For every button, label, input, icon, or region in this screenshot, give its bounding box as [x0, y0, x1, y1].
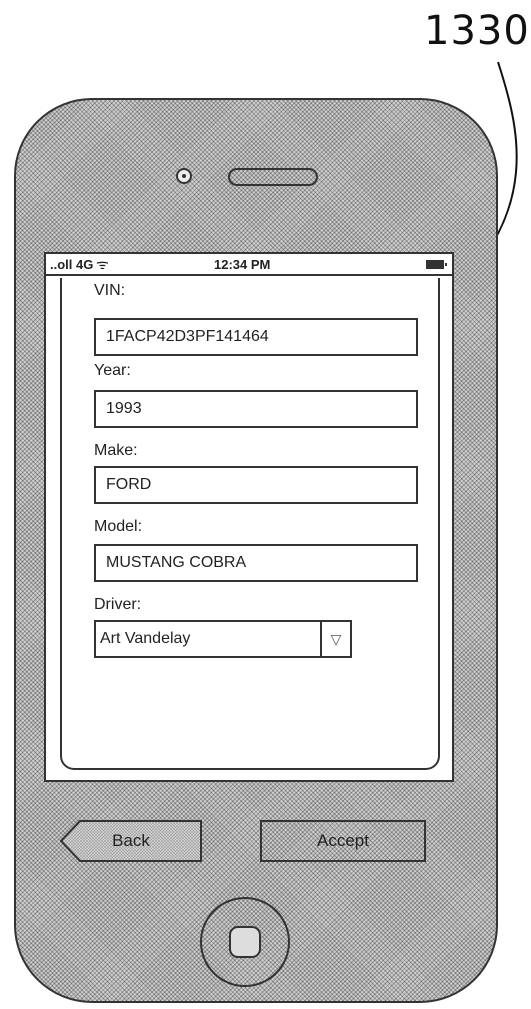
reference-numeral: 1330 [424, 8, 530, 54]
vehicle-form-panel: VIN: 1FACP42D3PF141464 Year: 1993 Make: … [60, 278, 440, 770]
signal-indicator: ..oll 4G [50, 257, 94, 272]
vin-label: VIN: [94, 282, 126, 299]
earpiece-speaker [228, 168, 318, 186]
model-label: Model: [94, 518, 143, 535]
status-bar: ..oll 4G ᯤ 12:34 PM [46, 254, 452, 276]
phone-screen: ..oll 4G ᯤ 12:34 PM VIN: 1FACP42D3PF1414… [44, 252, 454, 862]
wifi-icon: ᯤ [96, 256, 109, 272]
battery-icon [426, 260, 447, 269]
home-button-square [229, 926, 261, 958]
status-time: 12:34 PM [214, 257, 271, 272]
accept-button[interactable]: Accept [260, 820, 426, 862]
accept-button-label: Accept [317, 831, 369, 850]
driver-select[interactable]: Art Vandelay [94, 620, 322, 658]
back-button-label: Back [112, 831, 150, 850]
front-camera [176, 168, 192, 184]
driver-label: Driver: [94, 596, 142, 613]
back-button[interactable]: Back [60, 820, 202, 862]
model-field[interactable]: MUSTANG COBRA [94, 544, 418, 582]
driver-dropdown-button[interactable]: ▽ [320, 620, 352, 658]
year-label: Year: [94, 362, 131, 379]
vin-field[interactable]: 1FACP42D3PF141464 [94, 318, 418, 356]
make-field[interactable]: FORD [94, 466, 418, 504]
year-field[interactable]: 1993 [94, 390, 418, 428]
dropdown-arrow-icon: ▽ [330, 631, 342, 647]
make-label: Make: [94, 442, 138, 459]
